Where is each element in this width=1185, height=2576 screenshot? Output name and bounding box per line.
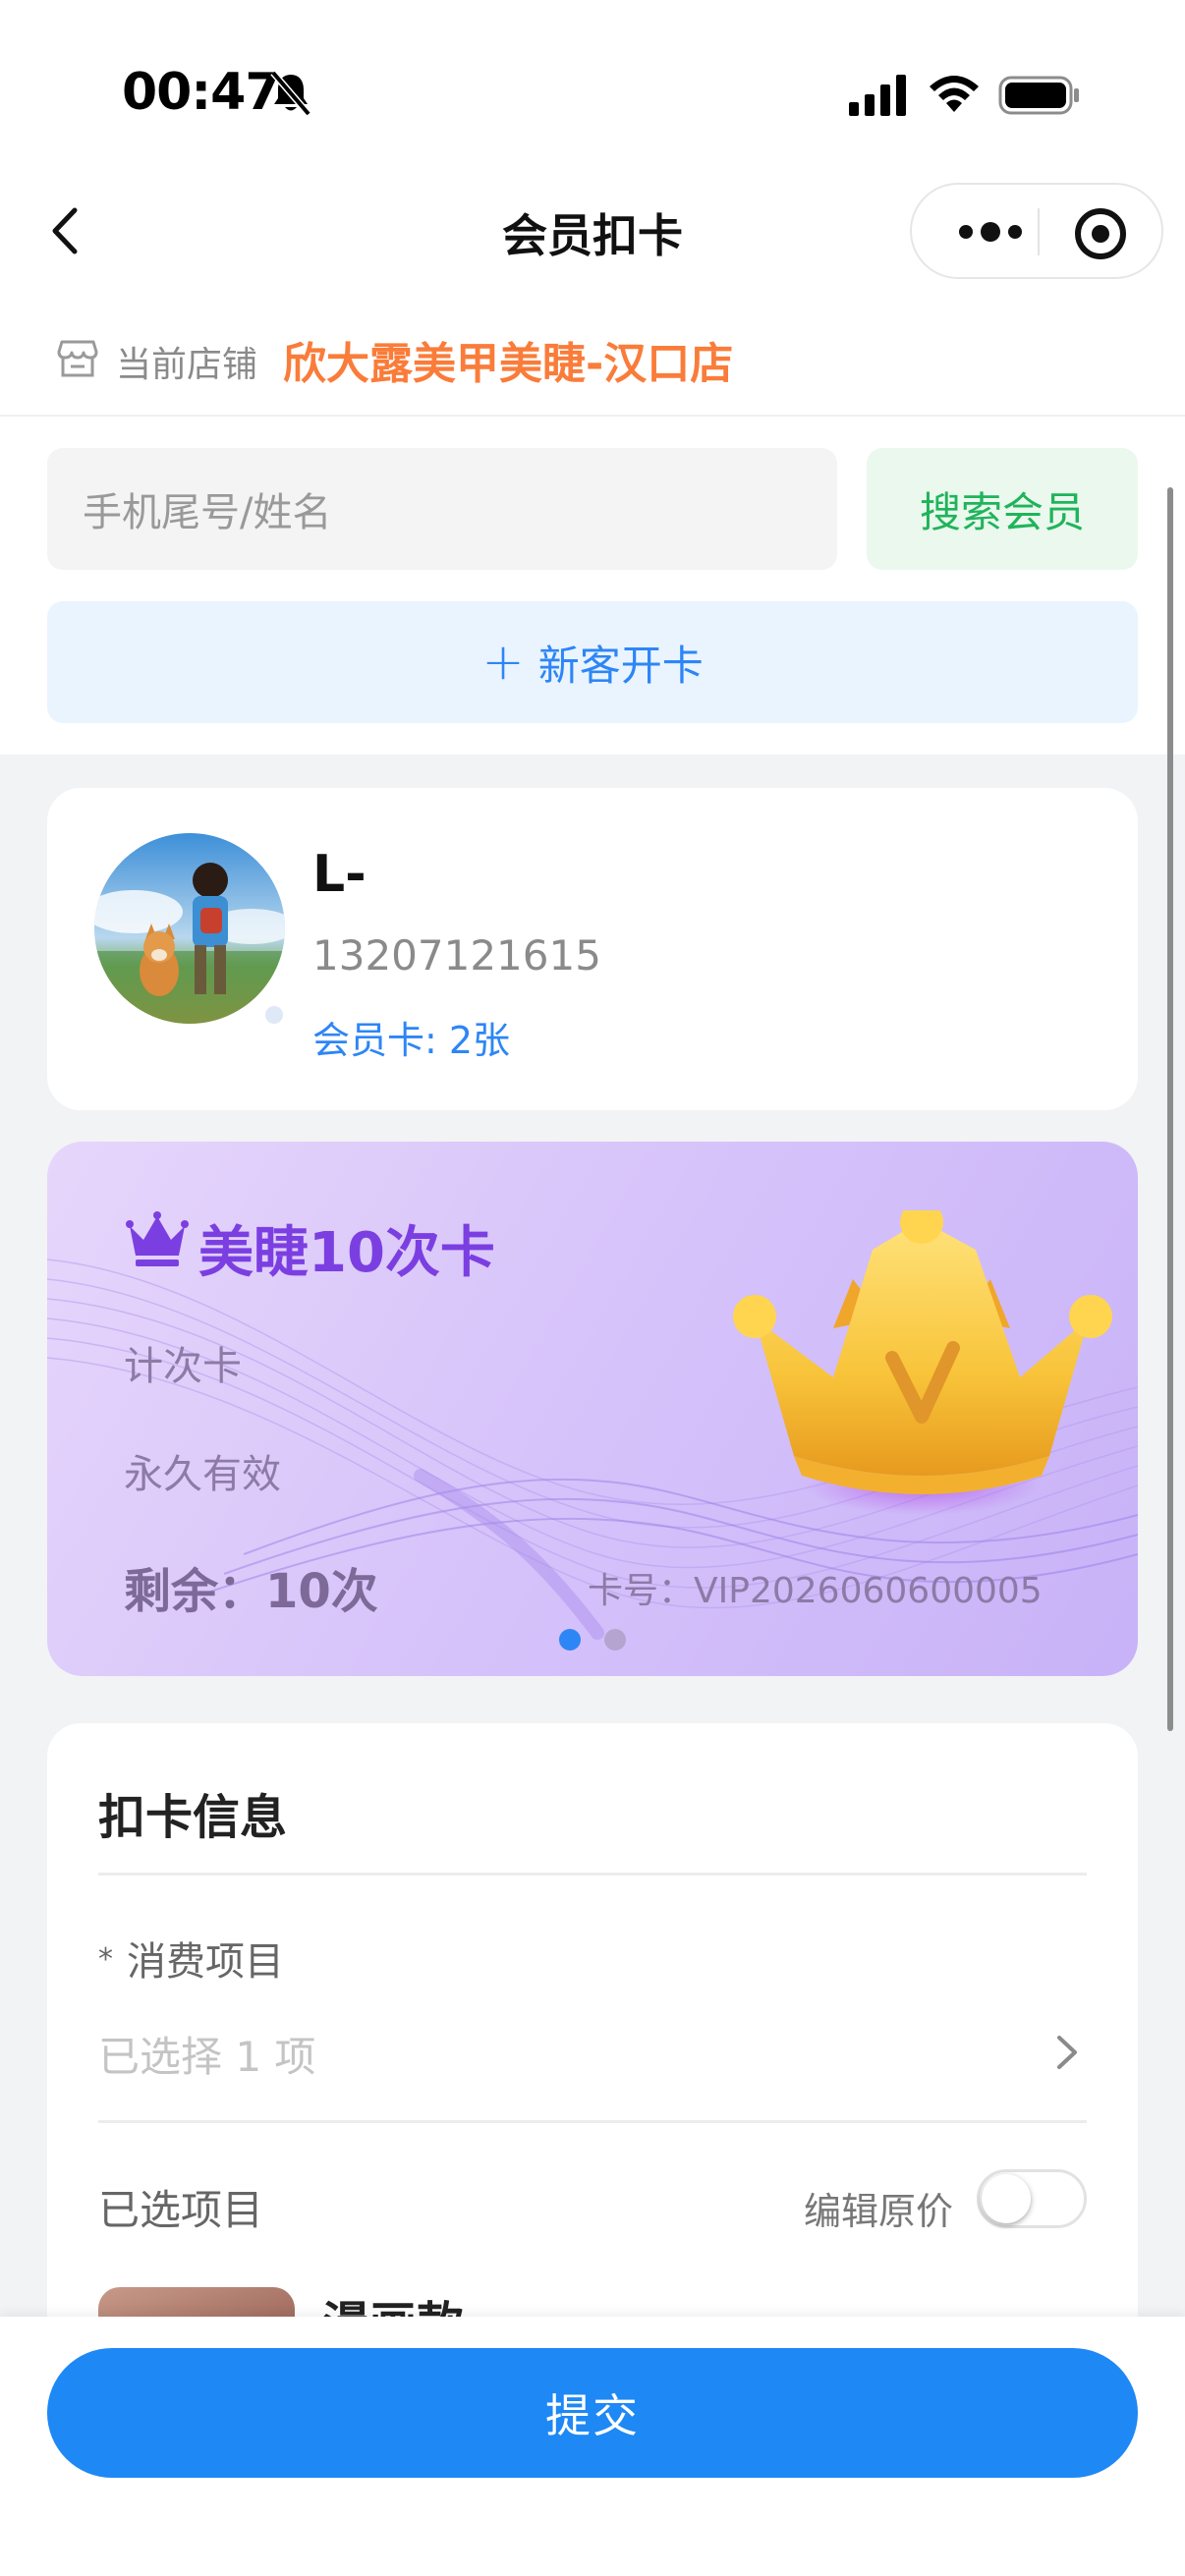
member-phone: 13207121615	[312, 931, 601, 980]
cellular-signal-icon	[849, 75, 906, 116]
divider	[0, 415, 1185, 417]
wifi-icon	[930, 76, 979, 112]
search-input[interactable]: 手机尾号/姓名	[47, 448, 837, 570]
card-number: 卡号：VIP2026060600005	[588, 1571, 1043, 1611]
consume-item-select[interactable]: 已选择 1 项	[98, 2024, 315, 2084]
online-dot	[265, 1006, 283, 1024]
status-time: 00:47	[122, 63, 281, 122]
chevron-right-icon[interactable]	[1051, 2030, 1081, 2075]
store-name: 欣大露美甲美睫-汉口店	[283, 339, 734, 389]
header-area: 00:47 会员扣卡 当前店铺 欣大露美甲美睫-汉口店 手机尾号/姓名 搜索会员…	[0, 0, 1185, 755]
divider	[98, 2120, 1087, 2123]
pager-dot-active[interactable]	[559, 1629, 581, 1651]
target-circle-icon[interactable]	[1075, 208, 1126, 259]
divider	[98, 1873, 1087, 1876]
search-member-button[interactable]: 搜索会员	[867, 448, 1138, 570]
card-title: 美睫10次卡	[198, 1221, 495, 1285]
edit-price-label: 编辑原价	[804, 2190, 954, 2233]
card-remaining: 剩余：10次	[124, 1564, 378, 1619]
scrollbar[interactable]	[1167, 487, 1173, 1731]
bell-slash-icon	[270, 71, 311, 116]
plus-icon: +	[481, 633, 525, 692]
battery-icon	[998, 76, 1079, 115]
new-card-button[interactable]: + 新客开卡	[47, 601, 1138, 723]
bottom-bar: 提交	[0, 2317, 1185, 2576]
avatar	[94, 833, 285, 1024]
more-dots-icon[interactable]	[945, 212, 1036, 252]
pager-dot[interactable]	[604, 1629, 626, 1651]
member-card-count: 会员卡: 2张	[312, 1019, 511, 1062]
required-mark: *	[98, 1942, 113, 1977]
store-label: 当前店铺	[116, 345, 258, 385]
member-name: L-	[312, 845, 367, 904]
deduct-info-card: 扣卡信息 *消费项目 已选择 1 项 已选项目 编辑原价 漫画款	[47, 1723, 1138, 2411]
crown-icon	[126, 1211, 189, 1266]
edit-price-toggle[interactable]	[977, 2169, 1087, 2228]
section-title: 扣卡信息	[98, 1790, 288, 1845]
new-card-label: 新客开卡	[537, 641, 704, 690]
card-pager	[47, 1629, 1138, 1651]
vip-card[interactable]: 美睫10次卡 计次卡 永久有效 剩余：10次 卡号：VIP20260606000…	[47, 1142, 1138, 1676]
store-icon	[57, 340, 98, 377]
gold-crown-icon	[733, 1210, 1112, 1515]
consume-item-label: * 消费项目	[98, 1939, 284, 1985]
toggle-knob	[982, 2174, 1031, 2223]
mini-program-capsule	[910, 183, 1163, 279]
submit-button[interactable]: 提交	[47, 2348, 1138, 2478]
member-card[interactable]: L- 13207121615 会员卡: 2张	[47, 788, 1138, 1110]
card-type: 计次卡	[124, 1344, 242, 1389]
capsule-divider	[1038, 208, 1040, 255]
card-validity: 永久有效	[124, 1452, 281, 1497]
selected-items-label: 已选项目	[98, 2186, 264, 2234]
